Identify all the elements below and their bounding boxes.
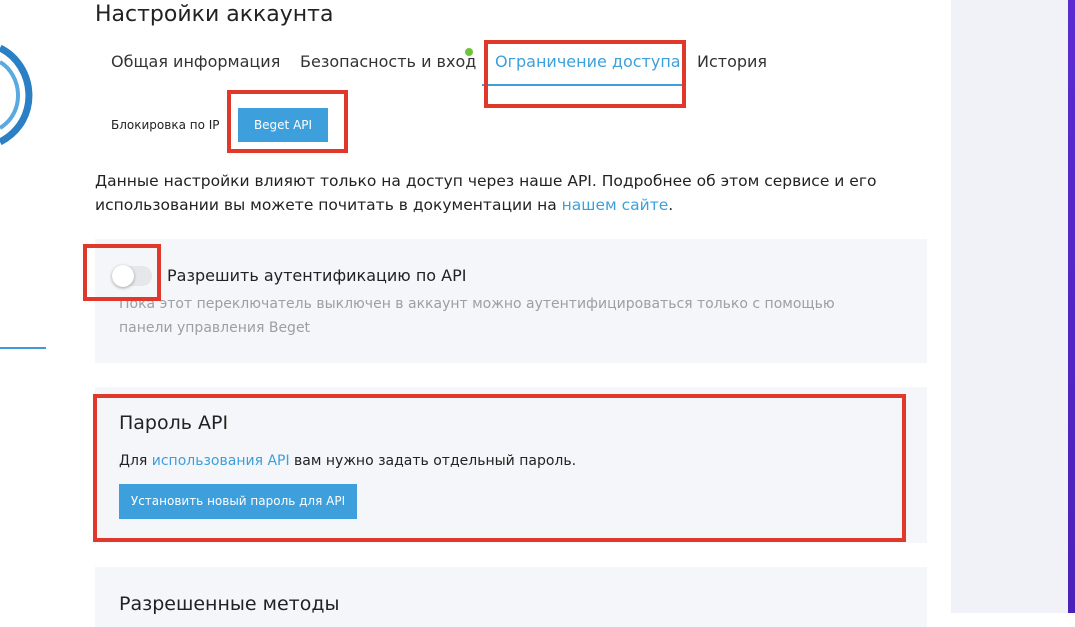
window-edge-strip: [1068, 0, 1075, 613]
api-password-text: Для использования API вам нужно задать о…: [119, 453, 576, 469]
tab-history[interactable]: История: [697, 52, 767, 71]
page-title: Настройки аккаунта: [95, 2, 334, 27]
password-text-start: Для: [119, 453, 152, 469]
set-api-password-button[interactable]: Установить новый пароль для API: [119, 484, 357, 519]
subtab-beget-api[interactable]: Beget API: [238, 108, 328, 142]
right-side-panel: [951, 0, 1068, 613]
tab-bar: Общая информация Безопасность и вход Огр…: [95, 40, 767, 86]
api-usage-link[interactable]: использования API: [152, 453, 290, 469]
subtab-ip-block[interactable]: Блокировка по IP: [111, 118, 220, 132]
api-auth-toggle[interactable]: [112, 265, 152, 287]
api-auth-label: Разрешить аутентификацию по API: [167, 266, 467, 285]
sidebar-divider: [0, 347, 46, 349]
toggle-knob: [112, 265, 134, 287]
description-end: .: [668, 196, 674, 214]
logo-arc-icon: [0, 44, 33, 146]
docs-link[interactable]: нашем сайте: [562, 196, 669, 214]
allowed-methods-title: Разрешенные методы: [119, 593, 340, 615]
password-text-end: вам нужно задать отдельный пароль.: [289, 453, 577, 469]
description-text: Данные настройки влияют только на доступ…: [95, 172, 877, 214]
tab-general-info[interactable]: Общая информация: [111, 52, 280, 71]
api-auth-hint: Пока этот переключатель выключен в аккау…: [119, 296, 835, 336]
active-tab-underline: [482, 84, 682, 86]
api-description: Данные настройки влияют только на доступ…: [95, 169, 895, 217]
tab-access-restriction[interactable]: Ограничение доступа: [495, 52, 681, 71]
api-password-title: Пароль API: [119, 412, 229, 434]
tab-security-login[interactable]: Безопасность и вход: [300, 52, 476, 71]
status-dot-icon: [465, 48, 473, 56]
